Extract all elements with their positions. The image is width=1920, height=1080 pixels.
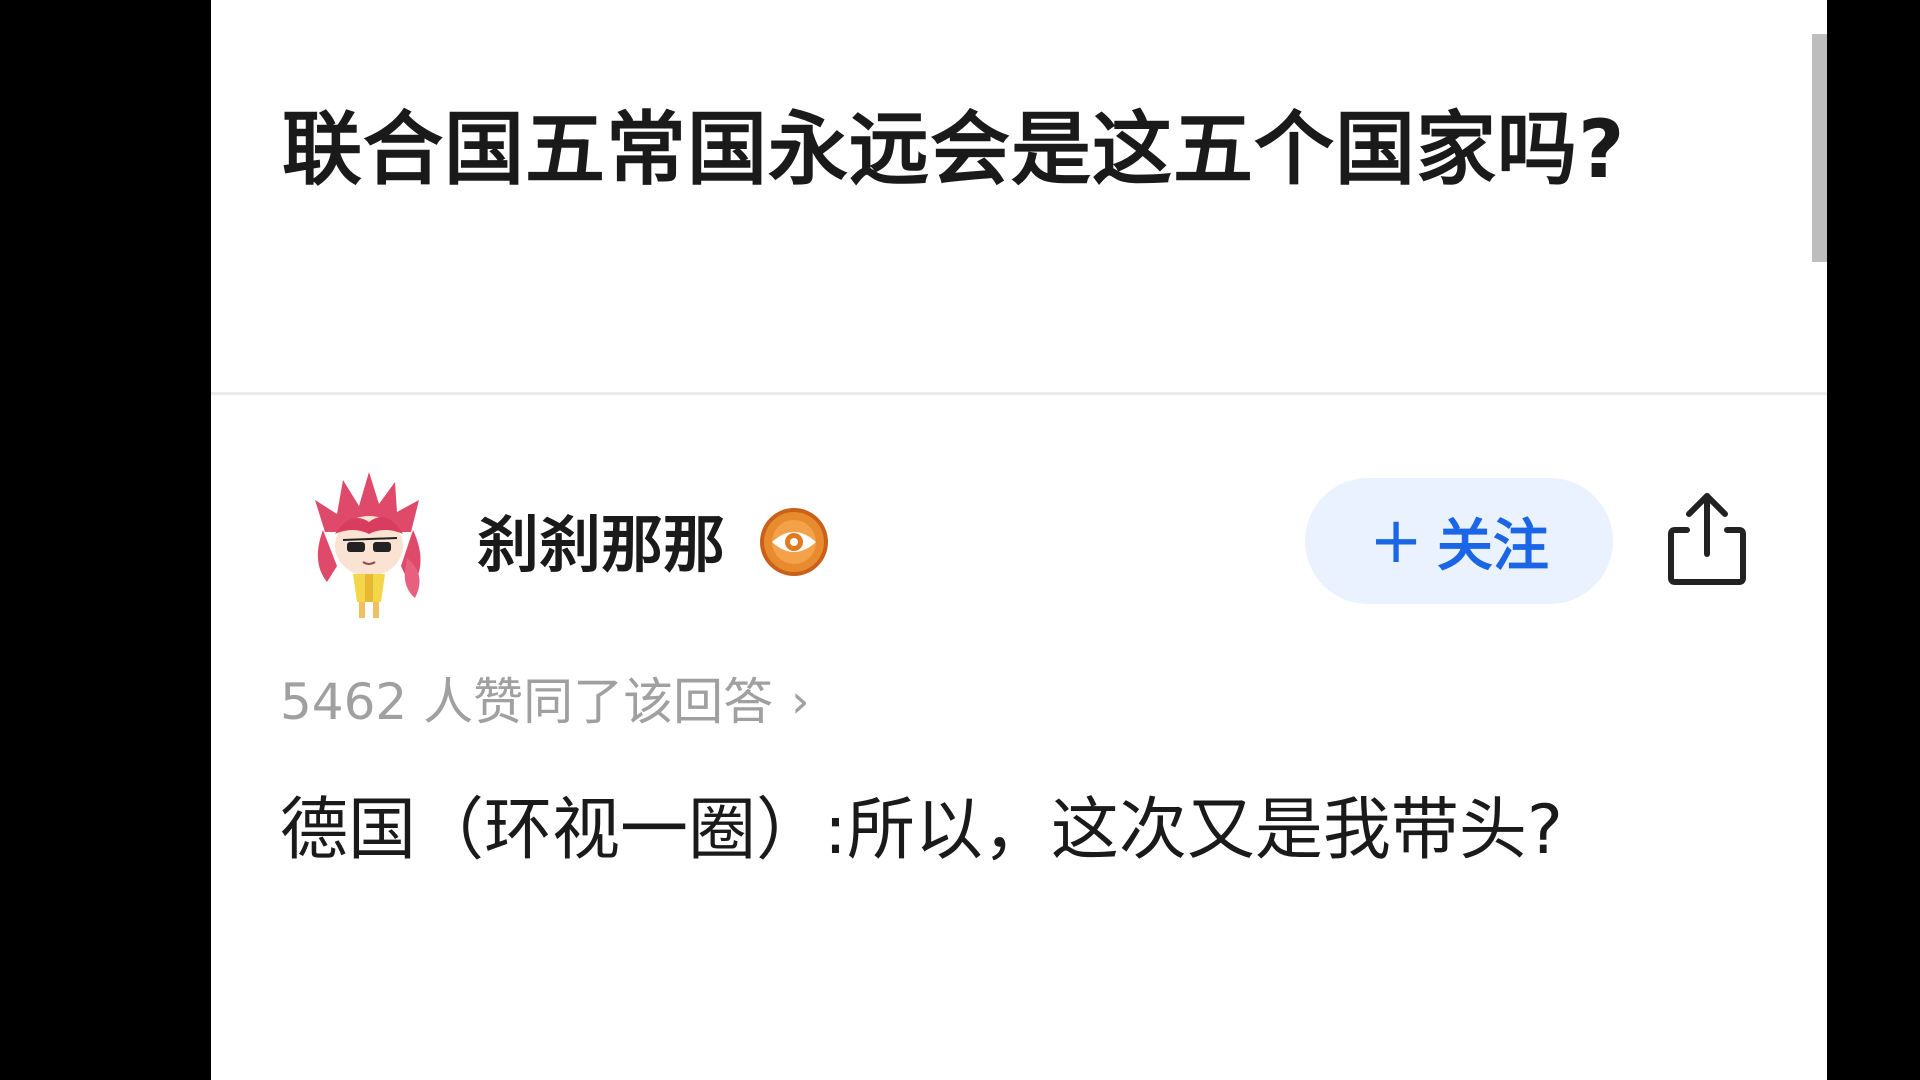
divider <box>211 392 1827 395</box>
author-name[interactable]: 刹刹那那 <box>477 508 725 582</box>
follow-label: 关注 <box>1436 513 1549 579</box>
author-row: 刹刹那那 + 关注 <box>211 470 1827 620</box>
answer-content[interactable]: 德国（环视一圈）:所以，这次又是我带头? <box>280 790 1563 872</box>
follow-button[interactable]: + 关注 <box>1305 478 1613 604</box>
plus-icon: + <box>1369 504 1423 578</box>
badge-graphic <box>760 508 828 576</box>
upvote-count-text: 5462 人赞同了该回答 <box>280 673 774 731</box>
eye-badge-icon[interactable] <box>758 506 830 578</box>
share-graphic <box>1668 493 1746 585</box>
avatar-image <box>315 472 421 618</box>
chevron-right-icon: › <box>791 674 810 729</box>
scrollbar[interactable] <box>1812 34 1827 262</box>
upvote-count-link[interactable]: 5462 人赞同了该回答 › <box>280 672 810 732</box>
question-title[interactable]: 联合国五常国永远会是这五个国家吗? <box>282 106 1625 194</box>
anime-avatar-icon[interactable] <box>307 470 431 620</box>
screen: 联合国五常国永远会是这五个国家吗? 刹刹那那 + 关注 5462 人赞同了该回答… <box>0 0 1920 1080</box>
share-icon[interactable] <box>1661 488 1753 588</box>
question-page: 联合国五常国永远会是这五个国家吗? 刹刹那那 + 关注 5462 人赞同了该回答… <box>211 0 1827 1080</box>
